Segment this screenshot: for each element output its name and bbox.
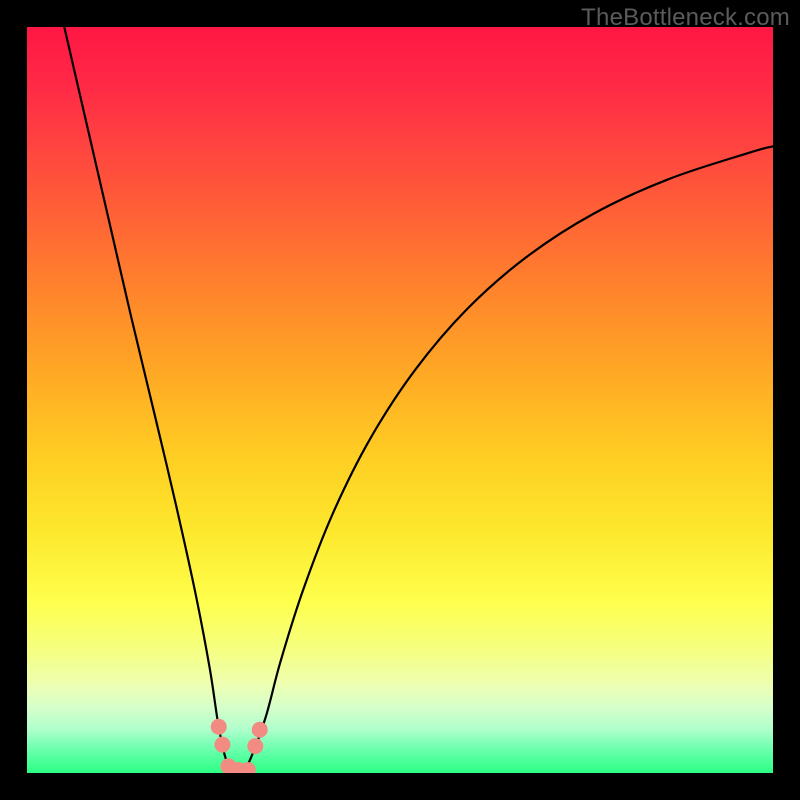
plot-area: [27, 27, 773, 773]
watermark-label: TheBottleneck.com: [581, 4, 790, 32]
data-marker: [211, 719, 227, 735]
chart-svg: [27, 27, 773, 773]
bottleneck-curve: [64, 27, 773, 771]
data-marker: [252, 722, 268, 738]
data-marker: [214, 737, 230, 753]
chart-frame: TheBottleneck.com: [0, 0, 800, 800]
data-markers: [211, 719, 268, 773]
data-marker: [247, 738, 263, 754]
